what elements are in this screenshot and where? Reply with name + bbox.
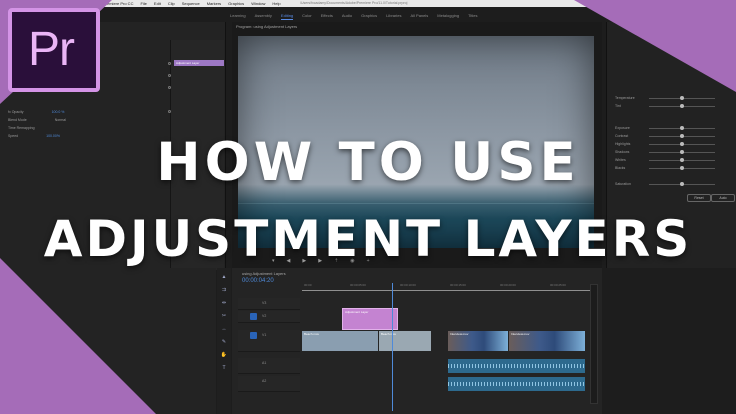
corner-top-right xyxy=(574,0,736,92)
logo-text: Pr xyxy=(28,23,75,76)
headline-line-2: ADJUSTMENT LAYERS xyxy=(43,210,693,268)
headline-line-1: HOW TO USE xyxy=(156,132,580,193)
premiere-pro-logo: Pr xyxy=(8,8,100,92)
corner-bottom-left xyxy=(0,258,156,414)
brand-corner-shapes xyxy=(0,0,736,414)
